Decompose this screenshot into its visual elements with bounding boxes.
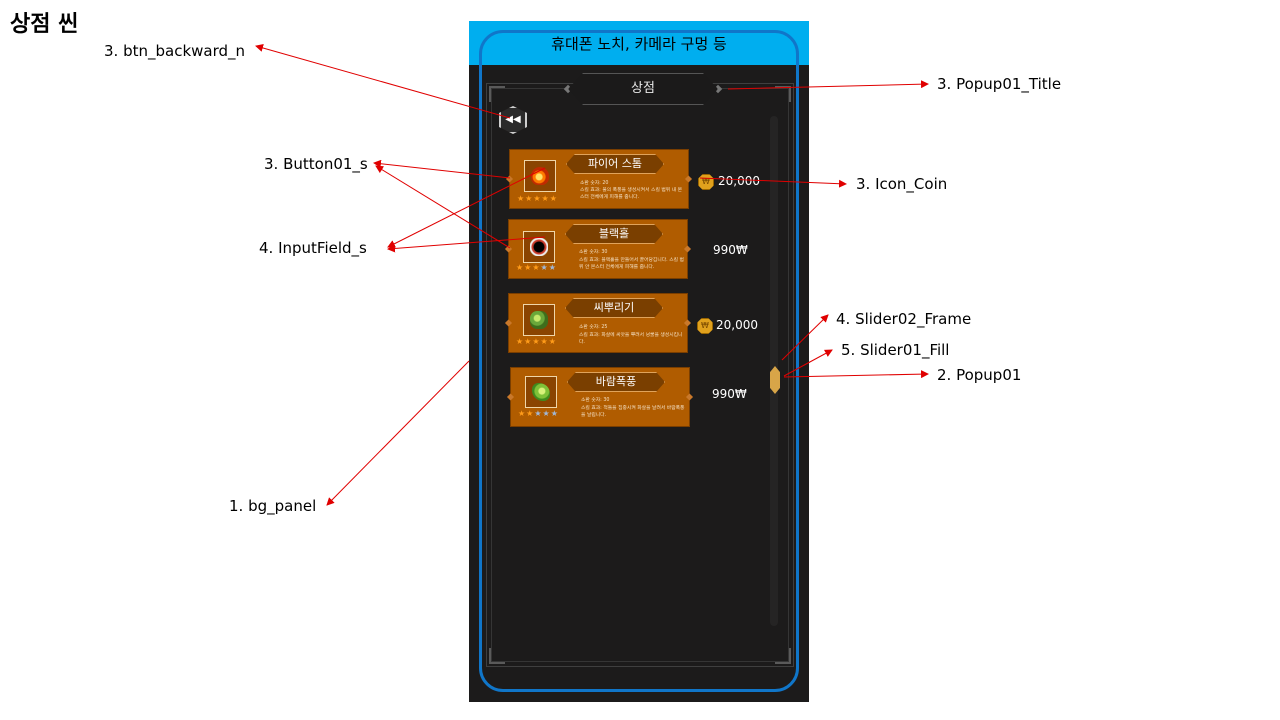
star-icon: ★	[548, 263, 557, 272]
star-icon: ★	[534, 409, 543, 418]
star-rating: ★★★★★	[517, 194, 558, 203]
annotation-btn-backward: 3. btn_backward_n	[104, 42, 246, 60]
item-stat: 소환 숫자: 20	[580, 181, 609, 186]
seed-icon	[530, 311, 548, 329]
annotation-slider-fill: 5. Slider01_Fill	[841, 341, 950, 359]
shop-item-button[interactable]: 바람폭풍 소환 숫자: 30 스킬 효과: 적들을 집중시켜 화살을 날려서 바…	[506, 367, 694, 427]
star-icon: ★	[516, 263, 525, 272]
popup-title: 상점	[568, 73, 718, 105]
coin-icon: ₩	[697, 318, 713, 334]
star-icon: ★	[540, 337, 549, 346]
shop-item-button[interactable]: 파이어 스톰 소환 숫자: 20 스킬 효과: 불의 폭풍을 생성시켜서 스킬 …	[505, 149, 693, 209]
shop-item-button[interactable]: 씨뿌리기 소환 숫자: 25 스킬 효과: 화살에 씨앗을 뿌려서 넝쿨을 생성…	[504, 293, 692, 353]
panel-corner	[775, 648, 791, 664]
item-thumbnail	[524, 160, 556, 192]
item-name-field: 파이어 스톰	[566, 154, 664, 174]
star-icon: ★	[549, 194, 558, 203]
item-price: 990₩	[712, 387, 747, 401]
star-icon: ★	[516, 337, 525, 346]
star-icon: ★	[532, 263, 541, 272]
page-title: 상점 씬	[10, 12, 79, 37]
rewind-icon: ◀◀	[505, 114, 521, 125]
star-icon: ★	[542, 409, 551, 418]
item-name-field: 바람폭풍	[567, 372, 665, 392]
item-price: 20,000	[716, 318, 758, 332]
coin-icon: ₩	[698, 174, 714, 190]
annotation-bg-panel: 1. bg_panel	[229, 497, 317, 515]
annotation-inputfield: 4. InputField_s	[259, 239, 367, 257]
item-thumbnail	[523, 231, 555, 263]
annotation-popup01: 2. Popup01	[937, 366, 1022, 384]
star-rating: ★★★★★	[516, 337, 557, 346]
item-name-field: 씨뿌리기	[565, 298, 663, 318]
annotation-slider-frame: 4. Slider02_Frame	[836, 310, 972, 328]
item-stat: 소환 숫자: 30	[581, 398, 610, 403]
item-name-field: 블랙홀	[565, 224, 663, 244]
star-icon: ★	[541, 194, 550, 203]
panel-corner	[489, 648, 505, 664]
item-description: 스킬 효과: 화살에 씨앗을 뿌려서 넝쿨을 생성시킵니다.	[579, 333, 683, 345]
star-icon: ★	[532, 337, 541, 346]
star-icon: ★	[533, 194, 542, 203]
arrow-bg-panel	[326, 360, 470, 506]
star-rating: ★★★★★	[516, 263, 557, 272]
star-icon: ★	[518, 409, 527, 418]
item-description: 스킬 효과: 적들을 집중시켜 화살을 날려서 바람폭풍을 날립니다.	[581, 406, 685, 418]
item-stat: 소환 숫자: 25	[579, 325, 608, 330]
item-price: 20,000	[718, 174, 760, 188]
black-hole-icon	[530, 238, 548, 256]
star-icon: ★	[548, 337, 557, 346]
phone-mockup: 휴대폰 노치, 카메라 구멍 등 상점 ◀◀ 파이어 스톰 소환 숫자: 20 …	[469, 21, 809, 702]
annotation-button01: 3. Button01_s	[264, 155, 368, 173]
annotation-popup-title: 3. Popup01_Title	[937, 75, 1062, 93]
fire-storm-icon	[531, 167, 549, 185]
star-rating: ★★★★★	[518, 409, 559, 418]
panel-corner	[489, 86, 505, 102]
item-stat: 소환 숫자: 30	[579, 250, 608, 255]
notch-label: 휴대폰 노치, 카메라 구멍 등	[551, 35, 727, 53]
phone-notch-area: 휴대폰 노치, 카메라 구멍 등	[469, 21, 809, 65]
item-thumbnail	[525, 376, 557, 408]
item-thumbnail	[523, 304, 555, 336]
star-icon: ★	[517, 194, 526, 203]
annotation-icon-coin: 3. Icon_Coin	[856, 175, 948, 193]
wind-storm-icon	[532, 383, 550, 401]
item-price: 990₩	[713, 243, 748, 257]
shop-item-button[interactable]: 블랙홀 소환 숫자: 30 스킬 효과: 블랙홀을 만들어서 끌어당깁니다. 스…	[504, 219, 692, 279]
item-description: 스킬 효과: 불의 폭풍을 생성시켜서 스킬 범위 내 몬스터 전체에게 피해를…	[580, 188, 683, 200]
star-icon: ★	[540, 263, 549, 272]
star-icon: ★	[550, 409, 559, 418]
panel-corner	[775, 86, 791, 102]
item-description: 스킬 효과: 블랙홀을 만들어서 끌어당깁니다. 스킬 범위 안 몬스터 전체에…	[579, 258, 684, 270]
